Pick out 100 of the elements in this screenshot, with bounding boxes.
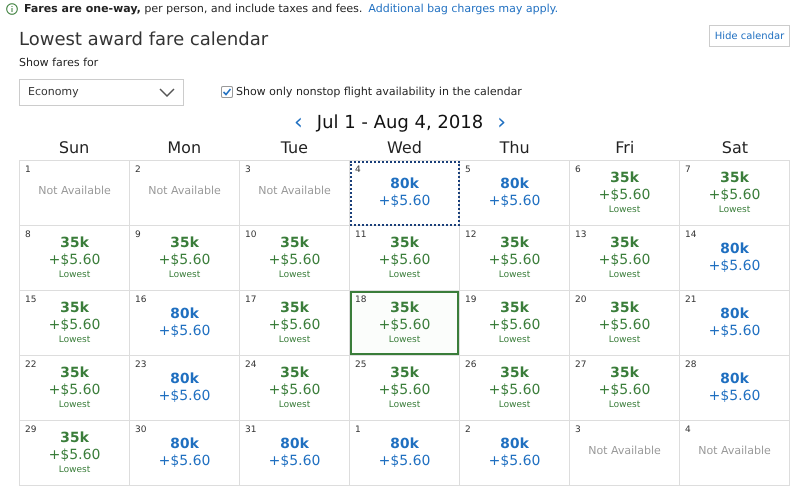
day-cell[interactable]: 23 80k +$5.60 (130, 356, 240, 420)
weekday-label: Fri (615, 138, 634, 156)
day-number: 5 (465, 164, 471, 176)
day-cell[interactable]: 27 35k +$5.60 Lowest (570, 356, 680, 420)
day-cell[interactable]: 25 35k +$5.60 Lowest (350, 356, 460, 420)
day-cell[interactable]: 18 35k +$5.60 Lowest (350, 290, 460, 356)
tax-price: +$5.60 (708, 322, 760, 340)
day-number: 1 (25, 164, 31, 176)
lowest-label: Lowest (58, 464, 90, 476)
tax-price: +$5.60 (158, 322, 210, 340)
hide-calendar-button[interactable]: Hide calendar (709, 25, 790, 47)
day-cell[interactable]: 22 35k +$5.60 Lowest (20, 356, 130, 420)
day-cell[interactable]: 20 35k +$5.60 Lowest (570, 290, 680, 356)
tax-price: +$5.60 (598, 252, 650, 268)
day-number: 17 (245, 294, 256, 306)
tax-price: +$5.60 (158, 452, 210, 470)
weekday-label: Mon (167, 138, 202, 156)
day-cell[interactable]: 12 35k +$5.60 Lowest (460, 226, 570, 290)
day-cell[interactable]: 3 Not Available (240, 160, 350, 226)
day-number: 27 (575, 358, 586, 372)
day-number: 31 (245, 424, 256, 436)
cabin-dropdown[interactable]: Economy (19, 78, 184, 106)
day-cell[interactable]: 4 80k +$5.60 (350, 160, 460, 226)
day-number: 28 (685, 358, 696, 372)
day-number: 16 (135, 294, 146, 306)
date-range: Jul 1 - Aug 4, 2018 (316, 111, 484, 135)
day-cell[interactable]: 8 35k +$5.60 Lowest (20, 226, 130, 290)
lowest-label: Lowest (278, 334, 310, 346)
miles-price: 35k (280, 300, 309, 316)
miles-price: 80k (390, 176, 419, 192)
miles-price: 35k (720, 170, 749, 186)
day-cell[interactable]: 13 35k +$5.60 Lowest (570, 226, 680, 290)
fare-notice: Fares are one-way, per person, and include taxes and fees. (24, 0, 362, 17)
day-number: 19 (465, 294, 476, 306)
lowest-label: Lowest (278, 268, 310, 280)
day-number: 4 (355, 164, 361, 176)
miles-price: 35k (610, 300, 639, 316)
miles-price: 35k (500, 234, 529, 252)
lowest-label: Lowest (388, 268, 420, 280)
day-cell[interactable]: 19 35k +$5.60 Lowest (460, 290, 570, 356)
tax-price: +$5.60 (598, 316, 650, 334)
day-cell[interactable]: 3 Not Available (570, 420, 680, 486)
tax-price: +$5.60 (48, 446, 100, 464)
day-number: 1 (355, 424, 361, 436)
day-cell[interactable]: 1 Not Available (20, 160, 130, 226)
miles-price: 35k (60, 364, 89, 382)
day-cell[interactable]: 1 80k +$5.60 (350, 420, 460, 486)
day-number: 13 (575, 228, 586, 242)
bag-charges-link[interactable]: Additional bag charges may apply. (368, 0, 558, 18)
day-cell[interactable]: 2 80k +$5.60 (460, 420, 570, 486)
day-cell[interactable]: 28 80k +$5.60 (680, 356, 790, 420)
day-number: 30 (135, 424, 146, 436)
miles-price: 80k (720, 306, 749, 322)
day-number: 11 (355, 228, 366, 242)
day-number: 6 (575, 164, 581, 176)
day-cell[interactable]: 4 Not Available (680, 420, 790, 486)
day-cell[interactable]: 14 80k +$5.60 (680, 226, 790, 290)
day-cell[interactable]: 9 35k +$5.60 Lowest (130, 226, 240, 290)
tax-price: +$5.60 (268, 452, 320, 470)
next-button[interactable]: › (497, 112, 506, 134)
lowest-label: Lowest (58, 398, 90, 410)
day-number: 18 (355, 294, 366, 306)
day-cell[interactable]: 16 80k +$5.60 (130, 290, 240, 356)
day-cell[interactable]: 7 35k +$5.60 Lowest (680, 160, 790, 226)
tax-price: +$5.60 (488, 252, 540, 268)
tax-price: +$5.60 (598, 186, 650, 204)
day-cell[interactable]: 29 35k +$5.60 Lowest (20, 420, 130, 486)
tax-price: +$5.60 (48, 252, 100, 268)
day-cell[interactable]: 5 80k +$5.60 (460, 160, 570, 226)
day-cell[interactable]: 10 35k +$5.60 Lowest (240, 226, 350, 290)
day-cell[interactable]: 26 35k +$5.60 Lowest (460, 356, 570, 420)
day-cell[interactable]: 15 35k +$5.60 Lowest (20, 290, 130, 356)
day-number: 10 (245, 228, 256, 242)
tax-price: +$5.60 (48, 382, 100, 398)
info-icon (6, 3, 18, 15)
miles-price: 35k (60, 234, 89, 252)
tax-price: +$5.60 (708, 258, 760, 274)
miles-price: 80k (720, 240, 749, 258)
day-number: 3 (575, 424, 581, 436)
miles-price: 80k (170, 370, 199, 388)
miles-price: 35k (610, 364, 639, 382)
tax-price: +$5.60 (48, 316, 100, 334)
day-cell[interactable]: 31 80k +$5.60 (240, 420, 350, 486)
miles-price: 35k (500, 364, 529, 382)
lowest-label: Lowest (498, 268, 530, 280)
day-cell[interactable]: 6 35k +$5.60 Lowest (570, 160, 680, 226)
day-number: 26 (465, 358, 476, 372)
day-cell[interactable]: 2 Not Available (130, 160, 240, 226)
previous-button[interactable]: ‹ (294, 112, 303, 134)
lowest-label: Lowest (388, 398, 420, 410)
tax-price: +$5.60 (268, 252, 320, 268)
day-cell[interactable]: 21 80k +$5.60 (680, 290, 790, 356)
day-cell[interactable]: 24 35k +$5.60 Lowest (240, 356, 350, 420)
weekday-label: Sun (58, 138, 90, 156)
tax-price: +$5.60 (158, 388, 210, 404)
nonstop-checkbox[interactable] (221, 86, 233, 98)
miles-price: 80k (280, 436, 309, 452)
tax-price: +$5.60 (378, 452, 430, 470)
day-cell[interactable]: 30 80k +$5.60 (130, 420, 240, 486)
day-number: 2 (135, 164, 141, 176)
